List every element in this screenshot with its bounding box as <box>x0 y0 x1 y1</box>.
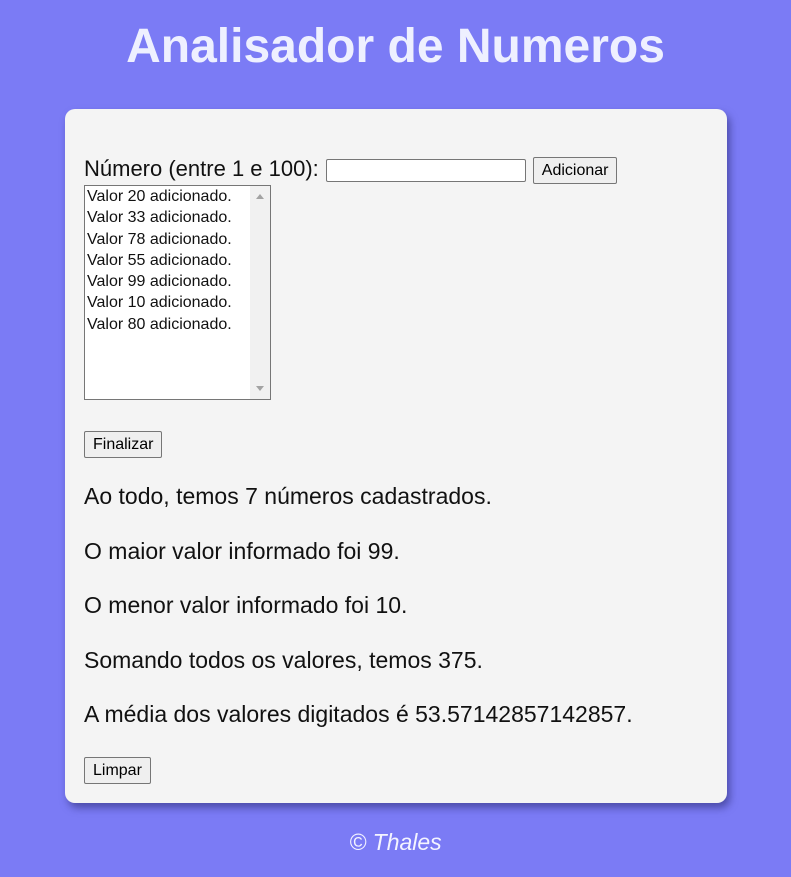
result-max: O maior valor informado foi 99. <box>84 537 400 564</box>
values-list: Valor 20 adicionado. Valor 33 adicionado… <box>87 186 250 335</box>
number-form: Número (entre 1 e 100): Adicionar <box>84 154 618 184</box>
number-input[interactable] <box>325 158 526 182</box>
list-item[interactable]: Valor 55 adicionado. <box>87 250 250 271</box>
footer-credit: © Thales <box>349 829 442 855</box>
list-item[interactable]: Valor 99 adicionado. <box>87 271 250 292</box>
list-item[interactable]: Valor 33 adicionado. <box>87 207 250 228</box>
list-item[interactable]: Valor 20 adicionado. <box>87 186 250 207</box>
result-count: Ao todo, temos 7 números cadastrados. <box>84 483 492 509</box>
listbox-scrollbar[interactable] <box>250 186 270 399</box>
results: Ao todo, temos 7 números cadastrados. O … <box>84 481 633 754</box>
clear-button[interactable]: Limpar <box>84 757 151 784</box>
add-button[interactable]: Adicionar <box>532 156 618 184</box>
number-label: Número (entre 1 e 100): <box>84 156 319 181</box>
list-item[interactable]: Valor 78 adicionado. <box>87 229 250 250</box>
values-listbox[interactable]: Valor 20 adicionado. Valor 33 adicionado… <box>84 185 271 400</box>
list-item[interactable]: Valor 10 adicionado. <box>87 292 250 313</box>
result-min: O menor valor informado foi 10. <box>84 592 408 618</box>
analyzer-card: Número (entre 1 e 100): Adicionar Valor … <box>65 109 727 803</box>
scroll-up-icon[interactable] <box>256 194 264 199</box>
finish-button[interactable]: Finalizar <box>84 431 163 458</box>
result-average: A média dos valores digitados é 53.57142… <box>84 701 633 727</box>
scroll-down-icon[interactable] <box>256 386 264 391</box>
result-sum: Somando todos os valores, temos 375. <box>84 646 483 673</box>
list-item[interactable]: Valor 80 adicionado. <box>87 314 250 335</box>
page-title: Analisador de Numeros <box>126 20 665 73</box>
